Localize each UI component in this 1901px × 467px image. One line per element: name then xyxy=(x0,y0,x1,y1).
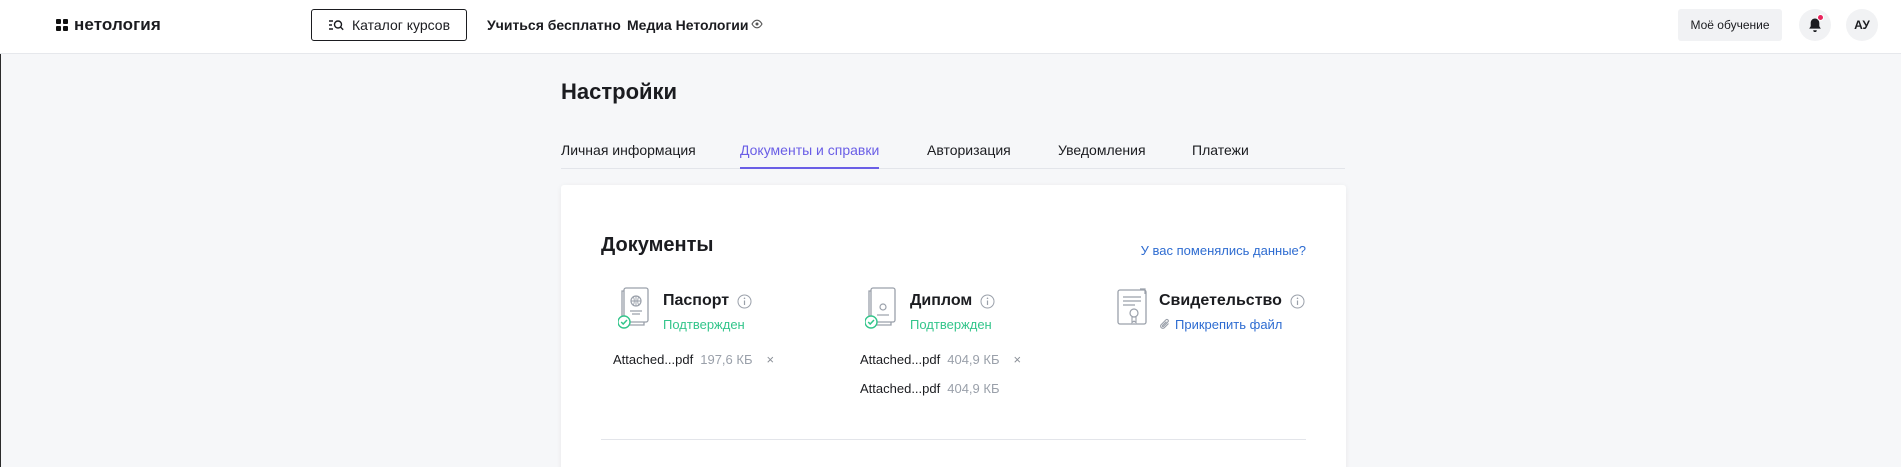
tab-payments[interactable]: Платежи xyxy=(1192,142,1249,158)
file-name: Attached...pdf xyxy=(613,352,694,367)
notification-badge xyxy=(1817,14,1824,21)
attach-file-button[interactable]: Прикрепить файл xyxy=(1159,317,1282,332)
notifications-button[interactable] xyxy=(1799,9,1831,41)
logo-icon xyxy=(56,19,68,31)
passport-file[interactable]: Attached...pdf 197,6 КБ × xyxy=(613,352,774,367)
documents-card: Документы У вас поменялись данные? Паспо… xyxy=(561,185,1346,467)
file-name: Attached...pdf xyxy=(860,352,941,367)
diploma-status: Подтвержден xyxy=(910,317,992,332)
tab-notifications[interactable]: Уведомления xyxy=(1058,142,1146,158)
my-learning-button[interactable]: Моё обучение xyxy=(1678,9,1782,41)
document-passport: Паспорт Подтвержден xyxy=(618,286,838,406)
catalog-label: Каталог курсов xyxy=(351,17,451,33)
catalog-button[interactable]: Каталог курсов xyxy=(311,9,467,41)
avatar[interactable]: АУ xyxy=(1846,9,1878,41)
certificate-title: Свидетельство xyxy=(1159,292,1282,309)
data-changed-link[interactable]: У вас поменялись данные? xyxy=(1141,243,1306,258)
remove-file-icon[interactable]: × xyxy=(766,352,774,367)
certificate-name-row: Свидетельство xyxy=(1159,292,1305,310)
passport-name-row: Паспорт xyxy=(663,292,752,310)
window-edge xyxy=(0,0,1,467)
passport-title: Паспорт xyxy=(663,292,730,309)
eye-icon xyxy=(751,19,763,29)
diploma-name-row: Диплом xyxy=(910,292,995,310)
diploma-file[interactable]: Attached...pdf 404,9 КБ × xyxy=(860,352,1021,367)
section-divider xyxy=(601,439,1306,440)
tab-authorization[interactable]: Авторизация xyxy=(927,142,1011,158)
settings-tabs: Личная информация Документы и справки Ав… xyxy=(561,140,1345,169)
catalog-search-icon xyxy=(328,20,344,31)
file-size: 197,6 КБ xyxy=(700,352,753,367)
logo[interactable]: нетология xyxy=(56,15,161,35)
passport-icon xyxy=(618,287,649,329)
tab-documents[interactable]: Документы и справки xyxy=(740,142,880,169)
nav-media[interactable]: Медиа Нетологии xyxy=(627,17,749,33)
info-icon[interactable] xyxy=(980,294,995,309)
diploma-title: Диплом xyxy=(910,292,973,309)
file-size: 404,9 КБ xyxy=(947,352,1000,367)
page-title: Настройки xyxy=(561,79,678,104)
info-icon[interactable] xyxy=(737,294,752,309)
passport-status: Подтвержден xyxy=(663,317,745,332)
diploma-file[interactable]: Attached...pdf 404,9 КБ xyxy=(860,381,999,396)
documents-title: Документы xyxy=(601,234,714,256)
remove-file-icon[interactable]: × xyxy=(1013,352,1021,367)
file-name: Attached...pdf xyxy=(860,381,941,396)
top-header: нетология Каталог курсов Учиться бесплат… xyxy=(0,0,1901,54)
logo-text: нетология xyxy=(74,15,161,34)
document-certificate: Свидетельство Прикрепить файл xyxy=(1114,286,1334,406)
tab-personal-info[interactable]: Личная информация xyxy=(561,142,696,158)
attach-file-label: Прикрепить файл xyxy=(1175,317,1283,332)
info-icon[interactable] xyxy=(1290,294,1305,309)
paperclip-icon xyxy=(1160,318,1169,329)
nav-free-learning[interactable]: Учиться бесплатно xyxy=(487,17,621,33)
file-size: 404,9 КБ xyxy=(947,381,1000,396)
diploma-icon xyxy=(865,287,896,329)
certificate-icon xyxy=(1117,288,1147,325)
